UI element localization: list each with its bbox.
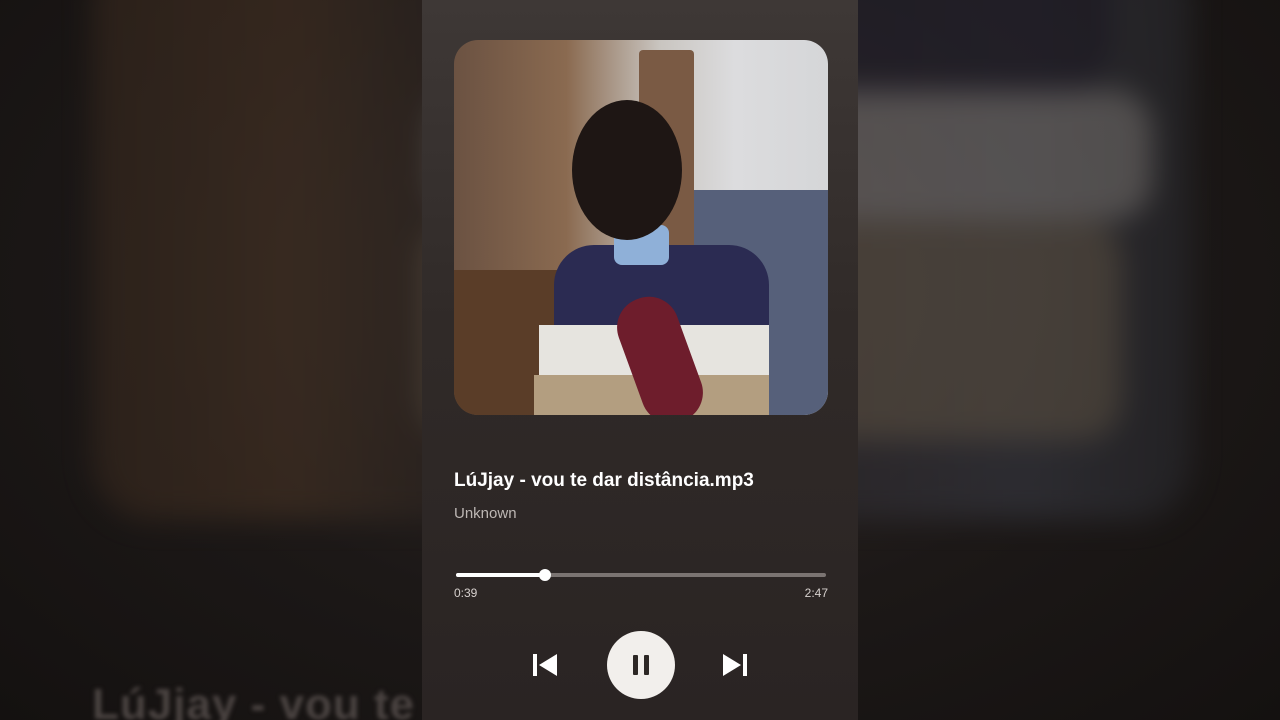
- seek-bar[interactable]: [456, 569, 826, 581]
- seek-bar-thumb[interactable]: [538, 569, 551, 581]
- album-art: [454, 40, 828, 415]
- elapsed-time: 0:39: [454, 586, 478, 600]
- pause-icon: [633, 655, 649, 675]
- previous-track-button[interactable]: [530, 650, 560, 680]
- total-duration: 2:47: [804, 586, 828, 600]
- play-pause-button[interactable]: [607, 631, 675, 699]
- skip-previous-icon: [533, 654, 557, 676]
- track-artist: Unknown: [454, 505, 517, 522]
- next-track-button[interactable]: [720, 650, 750, 680]
- track-title: LúJjay - vou te dar distância.mp3: [454, 470, 754, 491]
- skip-next-icon: [723, 654, 747, 676]
- now-playing-card: LúJjay - vou te dar distância.mp3 Unknow…: [422, 0, 858, 720]
- seek-bar-progress: [456, 573, 545, 577]
